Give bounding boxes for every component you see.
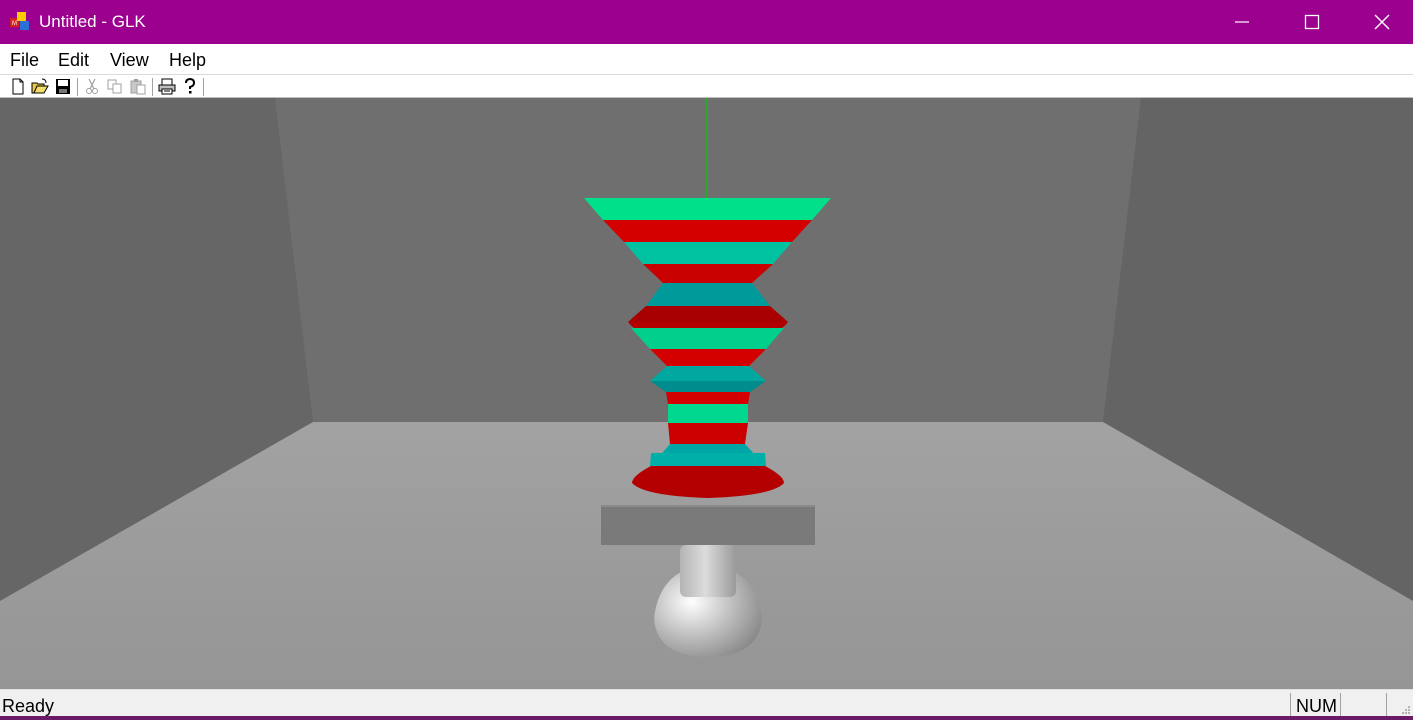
window-bottom-border xyxy=(0,716,1413,720)
title-bar: M Untitled - GLK xyxy=(0,0,1413,44)
open-folder-icon[interactable] xyxy=(31,78,49,95)
save-disk-icon[interactable] xyxy=(54,78,72,95)
pedestal-slab xyxy=(601,505,815,545)
minimize-button[interactable] xyxy=(1207,0,1277,44)
opengl-viewport[interactable] xyxy=(0,98,1413,689)
toolbar-separator xyxy=(152,78,153,96)
status-num-lock: NUM xyxy=(1296,696,1337,716)
menu-help[interactable]: Help xyxy=(169,50,206,70)
menu-file[interactable]: File xyxy=(10,50,39,70)
svg-text:M: M xyxy=(12,21,17,27)
resize-grip-icon[interactable] xyxy=(1400,704,1411,715)
maximize-button[interactable] xyxy=(1277,0,1347,44)
print-icon[interactable] xyxy=(158,78,176,95)
menu-view[interactable]: View xyxy=(110,50,149,70)
minimize-icon xyxy=(1235,21,1249,23)
menu-edit[interactable]: Edit xyxy=(58,50,89,70)
toolbar-separator xyxy=(77,78,78,96)
toolbar xyxy=(0,74,1413,98)
cut-icon[interactable] xyxy=(83,78,101,95)
pedestal-slab-top xyxy=(601,505,815,507)
copy-icon[interactable] xyxy=(106,78,124,95)
pedestal-neck xyxy=(680,545,736,597)
window-title: Untitled - GLK xyxy=(39,12,146,31)
menu-bar: File Edit View Help xyxy=(0,44,1413,74)
toolbar-separator xyxy=(203,78,204,96)
maximize-icon xyxy=(1304,14,1320,30)
new-file-icon[interactable] xyxy=(9,78,27,95)
mfc-app-icon: M xyxy=(10,12,29,30)
paste-icon[interactable] xyxy=(129,78,147,95)
close-icon xyxy=(1374,14,1390,30)
help-icon[interactable] xyxy=(181,78,199,95)
status-text: Ready xyxy=(2,696,55,716)
close-button[interactable] xyxy=(1347,0,1413,44)
scene-render xyxy=(0,98,1413,689)
